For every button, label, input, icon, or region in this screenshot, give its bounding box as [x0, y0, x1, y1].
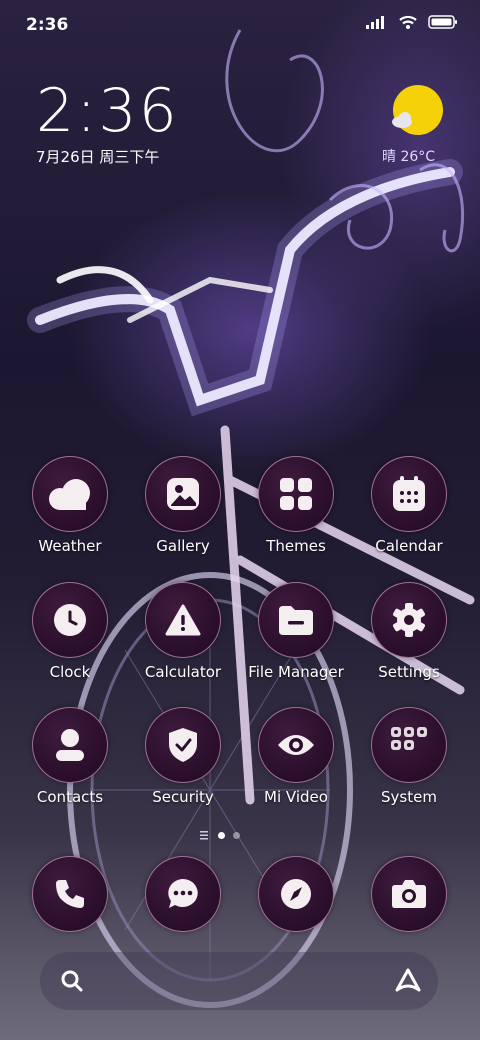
app-label: Mi Video	[264, 788, 328, 806]
page-indicator	[200, 830, 240, 840]
app-icon	[145, 856, 221, 932]
image-icon	[167, 478, 199, 510]
app-system-folder[interactable]: System	[353, 707, 465, 806]
app-label: System	[381, 788, 437, 806]
app-label: Gallery	[156, 537, 210, 555]
app-contacts[interactable]: Contacts	[14, 707, 126, 806]
app-label: Calendar	[375, 537, 443, 555]
app-label: Contacts	[36, 788, 104, 806]
compass-icon	[281, 879, 311, 909]
app-weather[interactable]: Weather	[14, 456, 126, 555]
clock-date: 7月26日 周三下午	[36, 148, 160, 166]
app-icon	[258, 582, 334, 658]
calendar-icon	[393, 476, 425, 511]
app-icon	[32, 582, 108, 658]
app-label: Themes	[266, 537, 326, 555]
app-file-manager[interactable]: File Manager	[240, 582, 352, 681]
weather-widget[interactable]: 晴 26°C	[382, 84, 448, 165]
app-security[interactable]: Security	[127, 707, 239, 806]
dock-camera[interactable]	[353, 856, 465, 932]
clock-icon	[54, 604, 86, 636]
app-label: Weather	[38, 537, 102, 555]
shield-icon	[169, 728, 197, 762]
status-time: 2:36	[26, 15, 69, 35]
app-gallery[interactable]: Gallery	[127, 456, 239, 555]
phone-icon	[56, 880, 84, 908]
app-label: File Manager	[248, 663, 344, 681]
search-icon	[61, 970, 83, 992]
battery-icon	[428, 15, 457, 29]
app-calendar[interactable]: Calendar	[353, 456, 465, 555]
app-calculator[interactable]: Calculator	[127, 582, 239, 681]
list-icon	[200, 831, 208, 840]
grid-icon	[280, 478, 312, 510]
app-icon	[258, 707, 334, 783]
app-icon	[371, 582, 447, 658]
status-icons	[366, 14, 458, 30]
app-label: Security	[152, 788, 214, 806]
app-icon	[145, 582, 221, 658]
app-label: Calculator	[144, 663, 222, 681]
app-icon	[371, 456, 447, 532]
app-label: Settings	[378, 663, 440, 681]
signal-icon	[366, 16, 384, 29]
app-icon	[32, 856, 108, 932]
app-icon	[258, 856, 334, 932]
eye-icon	[278, 735, 314, 755]
app-label: Clock	[49, 663, 91, 681]
wifi-icon	[399, 15, 417, 29]
page-dot	[233, 831, 240, 839]
assistant-icon[interactable]	[394, 968, 422, 994]
app-icon	[258, 456, 334, 532]
app-icon	[371, 707, 447, 783]
app-icon	[32, 707, 108, 783]
weather-text: 晴 26°C	[382, 149, 436, 165]
sun-cloud-icon	[392, 85, 443, 135]
app-icon	[145, 456, 221, 532]
app-icon	[145, 707, 221, 783]
warning-icon	[165, 604, 201, 636]
folder-icon	[279, 606, 313, 635]
dock-browser[interactable]	[240, 856, 352, 932]
gear-icon	[393, 603, 425, 637]
dock-messages[interactable]	[127, 856, 239, 932]
folder-grid-icon	[391, 727, 427, 750]
app-mi-video[interactable]: Mi Video	[240, 707, 352, 806]
dock-phone[interactable]	[14, 856, 126, 932]
search-bar[interactable]	[40, 952, 438, 1010]
app-settings[interactable]: Settings	[353, 582, 465, 681]
clock-time: 2:36	[36, 76, 179, 146]
page-dot-active	[218, 831, 225, 839]
app-icon	[371, 856, 447, 932]
cloud-icon	[49, 479, 90, 510]
clock-widget[interactable]: 2:36 7月26日 周三下午	[36, 76, 179, 167]
person-icon	[56, 729, 84, 761]
status-bar: 2:36	[0, 0, 480, 50]
chat-icon	[168, 879, 198, 908]
app-clock[interactable]: Clock	[14, 582, 126, 681]
camera-icon	[392, 880, 426, 908]
app-themes[interactable]: Themes	[240, 456, 352, 555]
app-icon	[32, 456, 108, 532]
